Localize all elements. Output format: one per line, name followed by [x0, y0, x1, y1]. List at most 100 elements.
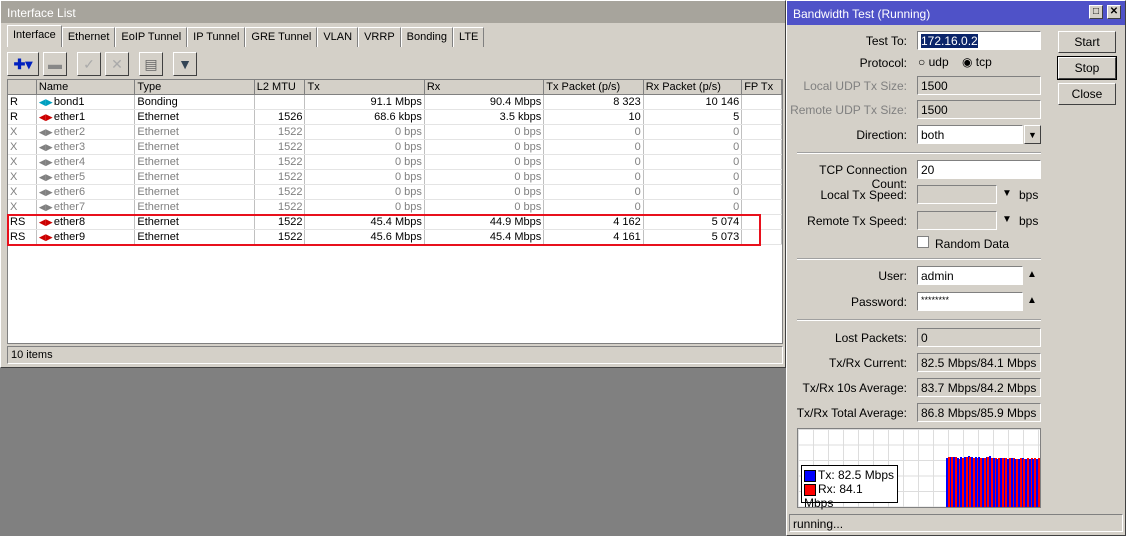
test-to-input[interactable]: 172.16.0.2 [917, 31, 1041, 50]
title-text: Bandwidth Test (Running) [793, 7, 931, 21]
cell-mtu [255, 95, 306, 109]
local-speed-dropdown-icon[interactable]: ▼ [1002, 188, 1012, 199]
cell-rx: 0 bps [425, 155, 545, 169]
direction-dropdown-button[interactable]: ▼ [1024, 125, 1041, 144]
cell-text: Bonding [137, 96, 178, 108]
disable-button[interactable]: ✕ [105, 52, 129, 76]
tcp-count-input[interactable]: 20 [917, 160, 1041, 179]
table-header: Name Type L2 MTU Tx Rx Tx Packet (p/s) Rx Pack… [8, 80, 782, 95]
collapse-up-icon[interactable]: ▲ [1027, 295, 1037, 306]
cell-fptx [742, 140, 782, 154]
protocol-radio-group: ○ udp ◉ tcp [918, 55, 992, 69]
table-row[interactable]: X ◀▶ether3 Ethernet 1522 0 bps 0 bps 0 0 [8, 140, 782, 155]
cell-mtu: 1522 [255, 155, 306, 169]
cell-text: Ethernet [137, 171, 179, 183]
cell-rxp: 0 [644, 170, 743, 184]
ethernet-icon: ◀▶ [38, 127, 53, 137]
column-header[interactable]: Tx Packet (p/s) [544, 80, 644, 94]
cell-fptx [742, 185, 782, 199]
cell-fptx [742, 170, 782, 184]
cell-txp: 4 161 [544, 230, 644, 244]
cell-rx: 0 bps [425, 200, 545, 214]
cell-name: ◀▶ether5 [37, 170, 136, 184]
cell-rx: 90.4 Mbps [425, 95, 545, 109]
remove-button[interactable]: ▬ [43, 52, 67, 76]
user-input[interactable]: admin [917, 266, 1023, 285]
local-udp-field: 1500 [917, 76, 1041, 95]
cell-text: 3.5 kbps [499, 111, 542, 123]
cell-text: 1526 [278, 111, 303, 123]
password-input[interactable]: ******** [917, 292, 1023, 311]
tab-lte[interactable]: LTE [453, 27, 485, 47]
cell-tx: 0 bps [305, 125, 425, 139]
cell-name: ◀▶ether9 [37, 230, 136, 244]
start-button[interactable]: Start [1058, 31, 1116, 53]
maximize-button[interactable]: □ [1089, 5, 1103, 19]
stop-button[interactable]: Stop [1057, 56, 1117, 80]
column-header[interactable]: Type [135, 80, 255, 94]
cell-text: Ethernet [137, 156, 179, 168]
column-header[interactable]: L2 MTU [255, 80, 306, 94]
close-window-button[interactable]: ✕ [1107, 5, 1121, 19]
interface-list-window: Interface List Interface Ethernet EoIP Tun… [0, 0, 786, 368]
cell-rxp: 5 074 [644, 215, 743, 229]
cell-mtu: 1522 [255, 185, 306, 199]
local-speed-input[interactable] [917, 185, 997, 204]
cell-type: Ethernet [135, 140, 255, 154]
tab-vlan[interactable]: VLAN [317, 27, 359, 47]
tab-ethernet[interactable]: Ethernet [61, 27, 116, 47]
tcp-radio[interactable]: ◉ [962, 55, 972, 69]
random-data-checkbox[interactable] [917, 236, 929, 248]
table-row[interactable]: X ◀▶ether7 Ethernet 1522 0 bps 0 bps 0 0 [8, 200, 782, 215]
cell-text: Ethernet [137, 201, 179, 213]
table-row[interactable]: R ◀▶ether1 Ethernet 1526 68.6 kbps 3.5 kbps 10… [8, 110, 782, 125]
remote-speed-input[interactable] [917, 211, 997, 230]
filter-button[interactable]: ▼ [173, 52, 197, 76]
ethernet-icon: ◀▶ [38, 142, 53, 152]
column-header[interactable]: Name [37, 80, 136, 94]
tab-gre-tunnel[interactable]: GRE Tunnel [245, 27, 318, 47]
cell-flag: X [8, 155, 37, 169]
collapse-up-icon[interactable]: ▲ [1027, 269, 1037, 280]
enable-button[interactable]: ✓ [77, 52, 101, 76]
cell-text: 0 [634, 201, 641, 213]
table-row[interactable]: X ◀▶ether5 Ethernet 1522 0 bps 0 bps 0 0 [8, 170, 782, 185]
cell-text: 0 bps [514, 186, 542, 198]
current-label: Tx/Rx Current: [828, 356, 907, 370]
status-bar: running... [789, 514, 1123, 532]
tab-vrrp[interactable]: VRRP [358, 27, 401, 47]
table-row[interactable]: RS ◀▶ether8 Ethernet 1522 45.4 Mbps 44.9 Mbps… [8, 215, 782, 230]
add-button[interactable]: ✚▾ [7, 52, 39, 76]
cell-text: 0 bps [394, 186, 422, 198]
cell-tx: 0 bps [305, 155, 425, 169]
cell-name: ◀▶ether8 [37, 215, 136, 229]
direction-select[interactable]: both [917, 125, 1023, 144]
table-row[interactable]: X ◀▶ether4 Ethernet 1522 0 bps 0 bps 0 0 [8, 155, 782, 170]
remote-speed-dropdown-icon[interactable]: ▼ [1002, 214, 1012, 225]
close-button[interactable]: Close [1058, 83, 1116, 105]
column-header[interactable] [8, 80, 37, 94]
tab-interface[interactable]: Interface [7, 25, 62, 47]
comment-button[interactable]: ▤ [139, 52, 163, 76]
column-header[interactable]: Tx [305, 80, 425, 94]
tab-bonding[interactable]: Bonding [400, 27, 454, 47]
table-row[interactable]: X ◀▶ether6 Ethernet 1522 0 bps 0 bps 0 0 [8, 185, 782, 200]
column-header[interactable]: Rx Packet (p/s) [644, 80, 743, 94]
table-row[interactable]: RS ◀▶ether9 Ethernet 1522 45.6 Mbps 45.4 Mbps… [8, 230, 782, 245]
tcp-count-label: TCP Connection Count: [819, 163, 907, 191]
cell-flag: RS [8, 215, 37, 229]
cell-text: 1522 [278, 216, 303, 228]
udp-radio[interactable]: ○ [918, 55, 925, 69]
tab-eoip-tunnel[interactable]: EoIP Tunnel [115, 27, 188, 47]
cell-text: 5 074 [711, 216, 740, 228]
tab-ip-tunnel[interactable]: IP Tunnel [187, 27, 246, 47]
table-row[interactable]: R ◀▶bond1 Bonding 91.1 Mbps 90.4 Mbps 8 323 10… [8, 95, 782, 110]
column-header[interactable]: FP Tx [742, 80, 782, 94]
cell-text: ether1 [53, 111, 86, 123]
cell-text: 0 [733, 126, 740, 138]
bandwidth-test-window: Bandwidth Test (Running) □ ✕ Test To: 17… [786, 0, 1126, 536]
remote-speed-label: Remote Tx Speed: [807, 214, 907, 228]
cell-txp: 0 [544, 170, 644, 184]
table-row[interactable]: X ◀▶ether2 Ethernet 1522 0 bps 0 bps 0 0 [8, 125, 782, 140]
column-header[interactable]: Rx [425, 80, 545, 94]
